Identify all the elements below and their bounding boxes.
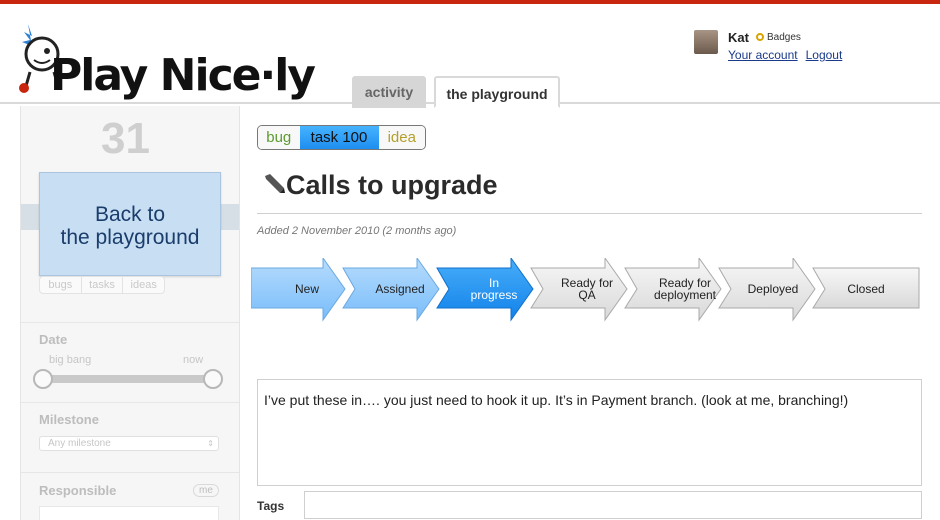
logout-link[interactable]: Logout (806, 48, 843, 62)
workflow-step-label: Assigned (350, 283, 450, 295)
added-date: Added 2 November 2010 (2 months ago) (257, 225, 457, 237)
site-logo[interactable]: Play Nice·ly (14, 18, 316, 104)
filter-bugs[interactable]: bugs (40, 277, 82, 293)
badges-link[interactable]: Badges (756, 32, 801, 43)
range-start-label: big bang (49, 354, 92, 366)
type-filter-group: bugs tasks ideas (39, 276, 165, 294)
filter-ideas[interactable]: ideas (123, 277, 164, 293)
type-idea-option[interactable]: idea (378, 126, 425, 149)
filter-tasks[interactable]: tasks (82, 277, 124, 293)
workflow-step-line1: Closed (847, 282, 885, 296)
site-header: Play Nice·ly Kat Badges Your account Logo… (0, 4, 940, 108)
date-label: Date (39, 332, 68, 347)
title-divider (257, 213, 922, 214)
tab-activity[interactable]: activity (352, 76, 426, 108)
workflow-step-line2: deployment (653, 288, 717, 302)
task-title[interactable]: Calls to upgrade (286, 170, 498, 201)
type-task-option[interactable]: task 100 (299, 126, 379, 149)
milestone-selected-value: Any milestone (48, 438, 111, 449)
tab-the-playground[interactable]: the playground (434, 76, 560, 108)
badges-label: Badges (767, 32, 801, 43)
responsible-input[interactable] (39, 506, 219, 520)
username: Kat (728, 30, 749, 45)
sidebar-divider (21, 402, 239, 403)
your-account-link[interactable]: Your account (728, 48, 798, 62)
date-range-end-handle[interactable] (203, 369, 223, 389)
task-number: 31 (101, 114, 150, 163)
user-avatar[interactable] (694, 30, 718, 54)
back-button-line1: Back to (94, 203, 166, 226)
task-type-selector: bug task 100 idea (257, 125, 426, 150)
back-to-playground-button[interactable]: Back to the playground (39, 172, 221, 276)
workflow-step-line1: New (294, 282, 319, 296)
range-end-label: now (183, 354, 204, 366)
filter-sidebar: 31 Back to the playground bugs tasks ide… (20, 106, 240, 520)
workflow-step-label: Ready for deployment (635, 277, 735, 301)
sidebar-divider (21, 472, 239, 473)
sidebar-divider (21, 322, 239, 323)
workflow-step-label: Closed (816, 283, 916, 295)
workflow-step-label: Ready for QA (537, 277, 637, 301)
type-bug-option[interactable]: bug (258, 126, 300, 149)
workflow-step-line2: progress (470, 288, 518, 302)
workflow-step-line1: Assigned (375, 282, 425, 296)
workflow-step-label: New (257, 283, 357, 295)
select-arrows-icon: ⇕ (207, 439, 214, 448)
date-range-start-handle[interactable] (33, 369, 53, 389)
tags-input[interactable] (304, 491, 922, 519)
logo-wordmark: Play Nice·ly (50, 50, 316, 101)
workflow-step-label: In progress (444, 277, 544, 301)
responsible-me-button[interactable]: me (193, 484, 219, 497)
workflow-step-label: Deployed (723, 283, 823, 295)
responsible-label: Responsible (39, 483, 117, 498)
milestone-label: Milestone (39, 412, 99, 427)
task-description[interactable]: I’ve put these in…. you just need to hoo… (257, 379, 922, 486)
date-range-track[interactable] (41, 375, 213, 383)
badge-icon (756, 33, 764, 41)
back-button-line2: the playground (60, 226, 200, 249)
workflow-step-line1: Deployed (747, 282, 799, 296)
tags-label: Tags (257, 499, 285, 513)
milestone-select[interactable]: Any milestone ⇕ (39, 436, 219, 451)
workflow-step-line2: QA (578, 288, 596, 302)
edit-pencil-icon[interactable] (262, 174, 286, 194)
